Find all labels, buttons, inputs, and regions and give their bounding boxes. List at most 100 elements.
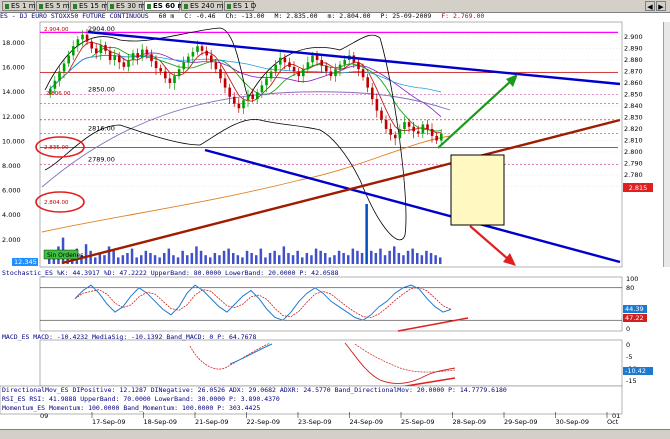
candle-body [81, 34, 84, 40]
volume-bar [337, 250, 341, 264]
volume-bar [333, 255, 336, 264]
volume-bar [314, 248, 318, 264]
volume-bar [347, 255, 350, 264]
candle-body [251, 94, 254, 100]
candle-body [118, 55, 121, 63]
volume-bar [370, 250, 373, 264]
date-tick-label: 21-Sep-09 [195, 418, 228, 426]
volume-bar [103, 255, 106, 264]
candle-body [200, 46, 204, 51]
volume-bar [416, 253, 419, 264]
stochastic-tick-label: 0 [626, 325, 630, 333]
volume-bar [126, 253, 129, 264]
candle-body [440, 133, 443, 141]
candle-body [237, 103, 241, 109]
candle-body [325, 65, 328, 72]
candle-body [242, 100, 245, 109]
price-tick-label: 2.850 [624, 91, 643, 99]
candle-body [343, 60, 346, 65]
left-price-label-2: 2.835.00 [44, 145, 69, 151]
candle-body [136, 53, 139, 58]
volume-tick-label: 12.000 [2, 113, 25, 121]
volume-bar [360, 253, 364, 264]
candle-body [141, 49, 144, 58]
candle-body [329, 71, 333, 77]
candle-body [182, 62, 185, 70]
price-tick-label: 2.840 [624, 102, 643, 110]
main-chart-canvas[interactable]: 12.345 2904.00 2.904.00 2850.00 2816.00 2789… [0, 0, 670, 438]
volume-bar [420, 255, 424, 264]
volume-bar [176, 257, 180, 264]
candle-body [357, 62, 360, 70]
price-tick-label: 2.800 [624, 148, 643, 156]
volume-bar [259, 248, 263, 264]
volume-bar [301, 257, 304, 264]
volume-bar [296, 250, 299, 264]
price-tick-label: 2.870 [624, 68, 643, 76]
volume-tick-label: 14.000 [2, 88, 25, 96]
volume-bar [328, 257, 332, 264]
high-price-label: 2904.00 [88, 25, 115, 33]
candle-body [256, 92, 259, 100]
date-year-label: 09 [40, 412, 48, 420]
candle-body [210, 55, 213, 63]
volume-bar [434, 255, 437, 264]
macd-current-text: -10.42 [625, 367, 646, 375]
volume-bar [117, 257, 120, 264]
candle-body [177, 69, 181, 77]
candle-body [164, 71, 167, 79]
candle-body [338, 64, 342, 70]
volume-bar [144, 250, 148, 264]
candle-body [214, 62, 218, 70]
volume-bar [135, 257, 138, 264]
candle-body [380, 110, 383, 120]
volume-bar [89, 250, 92, 264]
volume-bar [402, 255, 405, 264]
projection-box[interactable] [450, 154, 505, 226]
candle-body [90, 41, 93, 49]
price-vertical-scrollbar[interactable] [663, 22, 670, 267]
candle-body [159, 68, 162, 72]
candle-body [122, 62, 126, 67]
volume-bar [153, 255, 157, 264]
macd-tick-label: -15 [626, 377, 637, 385]
volume-bar [213, 253, 217, 264]
volume-bar [199, 250, 203, 264]
trading-chart-window: ES 1 m ES 5 m ES 15 m ES 30 m ES 60 m ES… [0, 0, 670, 439]
candle-body [173, 76, 176, 83]
price-tick-label: 2.890 [624, 45, 643, 53]
candle-body [311, 55, 314, 63]
candle-body [412, 126, 415, 132]
volume-tick-label: 8.000 [2, 162, 21, 170]
level-2816-label: 2816.00 [88, 125, 115, 133]
date-tick-label: 30-Sep-09 [556, 418, 589, 426]
candle-body [187, 56, 190, 63]
candle-body [228, 87, 231, 97]
volume-bar [356, 250, 359, 264]
volume-bar [195, 246, 198, 264]
volume-bar [209, 257, 212, 264]
volume-bar [379, 248, 382, 264]
volume-bar [236, 255, 240, 264]
volume-bar [130, 248, 134, 264]
macd-axis: 0-5-10-15-10.42 [623, 341, 653, 385]
volume-tick-label: 18.000 [2, 39, 25, 47]
price-tick-label: 2.900 [624, 33, 643, 41]
candle-body [168, 78, 172, 83]
candle-body [306, 62, 310, 70]
candle-body [269, 71, 273, 79]
candle-body [421, 124, 425, 134]
volume-bar [439, 257, 442, 264]
price-panel-frame [39, 21, 623, 268]
volume-bar [429, 253, 433, 264]
price-tick-label: 2.820 [624, 125, 643, 133]
volume-bar [383, 255, 387, 264]
volume-bar [278, 255, 281, 264]
volume-bar [167, 248, 171, 264]
macd-tick-label: 0 [626, 341, 630, 349]
date-tick-label: 18-Sep-09 [144, 418, 177, 426]
macd-tick-label: -5 [626, 353, 632, 361]
candle-body [196, 46, 199, 52]
date-tick-label: 23-Sep-09 [298, 418, 331, 426]
volume-bar [374, 253, 378, 264]
